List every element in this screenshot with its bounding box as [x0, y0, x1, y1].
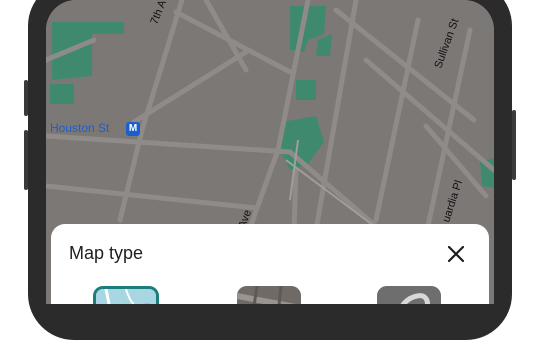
close-icon — [448, 246, 464, 262]
phone-side-button-right — [512, 110, 516, 180]
phone-side-button-left — [24, 80, 28, 116]
phone-side-button-left-2 — [24, 130, 28, 190]
map-satellite-thumbnail-icon — [237, 286, 301, 304]
map-type-terrain-option[interactable] — [377, 286, 441, 304]
metro-icon[interactable]: M — [126, 122, 140, 136]
map-type-satellite-option[interactable] — [237, 286, 301, 304]
map-terrain-thumbnail-icon — [377, 286, 441, 304]
map-type-default-option[interactable] — [93, 286, 159, 304]
close-button[interactable] — [440, 238, 472, 270]
sheet-title: Map type — [69, 243, 144, 263]
map-screen[interactable]: 7th Av Sullivan St Ave uardia Pl Houston… — [46, 0, 494, 304]
map-default-thumbnail-icon — [96, 289, 156, 304]
station-label[interactable]: Houston St — [50, 121, 109, 135]
map-type-sheet: Map type — [51, 224, 489, 304]
